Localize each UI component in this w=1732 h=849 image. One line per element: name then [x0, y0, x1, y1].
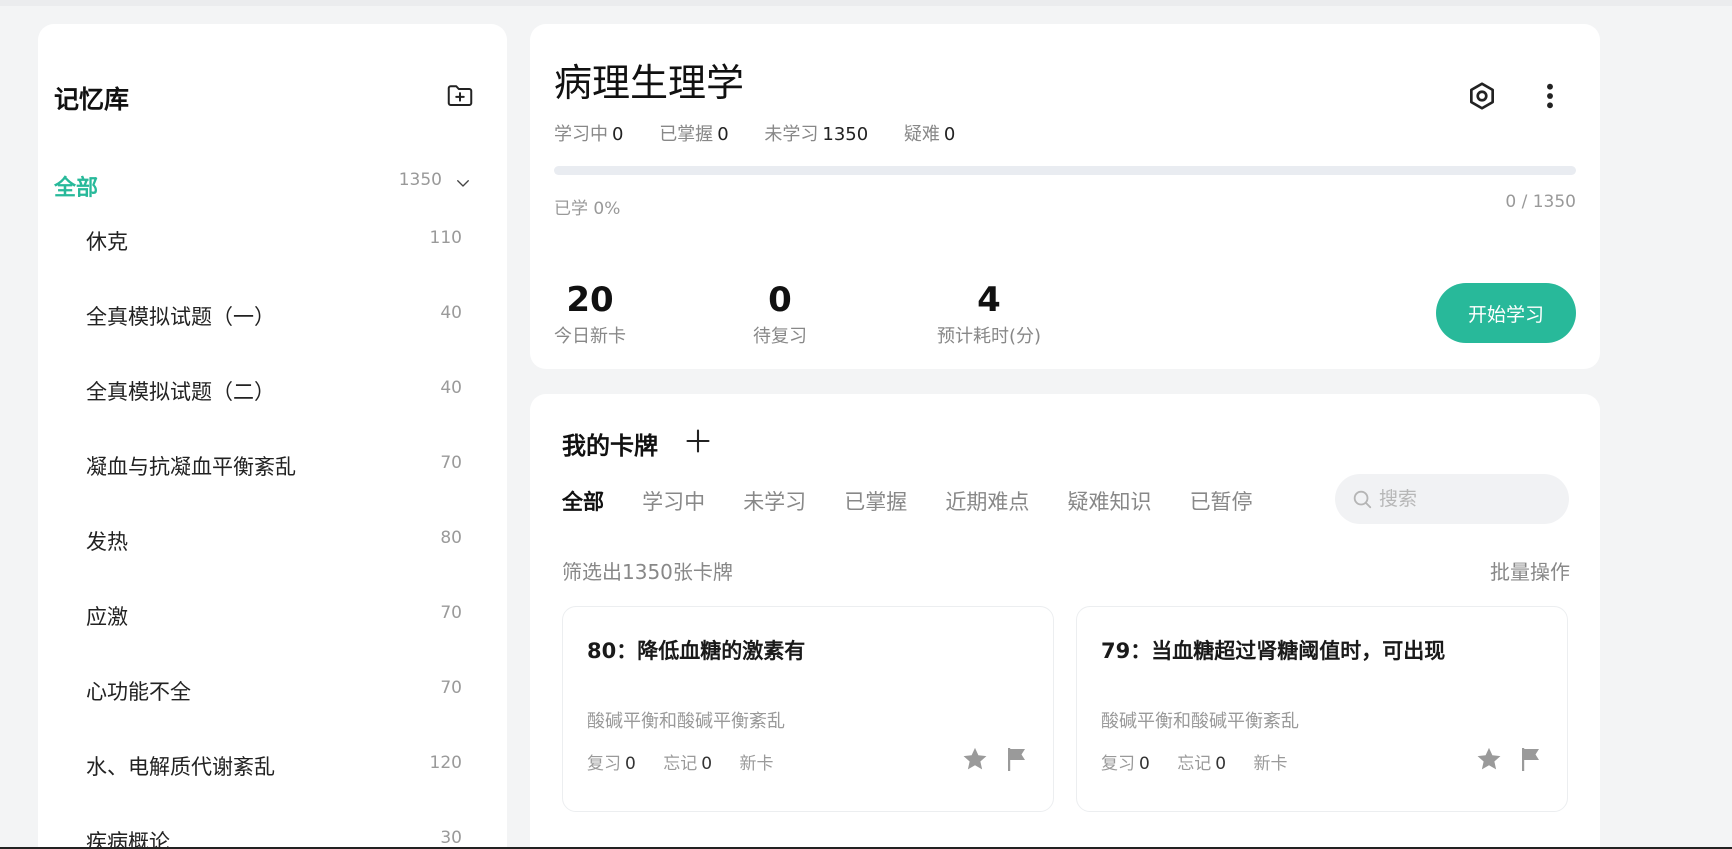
- top-bar: [0, 0, 1732, 6]
- my-cards-section: 我的卡牌 全部 学习中 未学习 已掌握 近期难点 疑难知识 已暂停 筛选出135…: [530, 394, 1600, 849]
- tab-all[interactable]: 全部: [562, 486, 604, 516]
- progress-bar: [554, 166, 1576, 175]
- sidebar-item[interactable]: 全真模拟试题（二） 40: [86, 372, 462, 408]
- metric-new-cards: 20 今日新卡: [554, 280, 626, 347]
- sidebar-item-label: 休克: [86, 230, 128, 254]
- sidebar-item[interactable]: 疾病概论 30: [86, 822, 462, 849]
- stat-mastered: 已掌握 0: [659, 124, 729, 145]
- sidebar-item[interactable]: 水、电解质代谢紊乱 120: [86, 747, 462, 783]
- star-icon[interactable]: [961, 745, 989, 773]
- sidebar-item-count: 70: [440, 678, 462, 698]
- sidebar-item-count: 40: [440, 378, 462, 398]
- tab-paused[interactable]: 已暂停: [1190, 486, 1253, 516]
- sidebar-item[interactable]: 凝血与抗凝血平衡紊乱 70: [86, 447, 462, 483]
- deck-header-card: 病理生理学 学习中 0 已掌握 0 未学习 1350 疑难 0 已学 0% 0 / 13…: [530, 24, 1600, 369]
- sidebar-item-label: 水、电解质代谢紊乱: [86, 755, 275, 779]
- folder-plus-icon[interactable]: [445, 80, 475, 110]
- sidebar-item-all[interactable]: 全部 1350: [54, 170, 474, 204]
- sidebar-title: 记忆库: [54, 85, 130, 114]
- card-title: 80：降低血糖的激素有: [587, 639, 806, 663]
- sidebar-item-label: 应激: [86, 605, 128, 629]
- sidebar-item[interactable]: 应激 70: [86, 597, 462, 633]
- sidebar-item-label: 凝血与抗凝血平衡紊乱: [86, 455, 296, 479]
- sidebar-item-count: 120: [429, 753, 462, 773]
- more-vertical-icon[interactable]: [1540, 80, 1560, 112]
- search-input[interactable]: [1379, 484, 1559, 514]
- plus-icon[interactable]: [684, 427, 712, 455]
- tab-learning[interactable]: 学习中: [642, 486, 705, 516]
- target-icon[interactable]: [1466, 80, 1498, 112]
- stat-difficult: 疑难 0: [903, 124, 956, 145]
- stat-unlearned: 未学习 1350: [764, 124, 869, 145]
- card-status: 新卡: [739, 754, 774, 774]
- sidebar-item-label: 全真模拟试题（一）: [86, 305, 275, 329]
- sidebar-item-count: 110: [429, 228, 462, 248]
- sidebar-item[interactable]: 心功能不全 70: [86, 672, 462, 708]
- chevron-down-icon[interactable]: [454, 174, 472, 192]
- deck-stats: 学习中 0 已掌握 0 未学习 1350 疑难 0: [554, 120, 985, 146]
- progress-percent: 已学 0%: [554, 199, 621, 219]
- flash-card[interactable]: 80：降低血糖的激素有 酸碱平衡和酸碱平衡紊乱 复习 0 忘记 0 新卡: [562, 606, 1054, 812]
- card-deck-name: 酸碱平衡和酸碱平衡紊乱: [587, 711, 785, 732]
- tab-unlearned[interactable]: 未学习: [743, 486, 806, 516]
- flash-card[interactable]: 79：当血糖超过肾糖阈值时，可出现 酸碱平衡和酸碱平衡紊乱 复习 0 忘记 0 新卡: [1076, 606, 1568, 812]
- sidebar-item-count: 30: [440, 828, 462, 848]
- metric-estimated-time: 4 预计耗时(分): [936, 280, 1042, 347]
- sidebar-item-count: 70: [440, 453, 462, 473]
- search-box[interactable]: [1335, 474, 1569, 524]
- sidebar-item-label: 心功能不全: [86, 680, 191, 704]
- card-stats: 复习 0 忘记 0 新卡: [587, 754, 774, 774]
- my-cards-title: 我的卡牌: [562, 432, 658, 460]
- sidebar-item[interactable]: 全真模拟试题（一） 40: [86, 297, 462, 333]
- tab-mastered[interactable]: 已掌握: [844, 486, 907, 516]
- card-title: 79：当血糖超过肾糖阈值时，可出现: [1101, 639, 1446, 663]
- sidebar: 记忆库 全部 1350 休克 110 全真模拟试题（一） 40 全真模拟试题（二…: [38, 24, 507, 849]
- sidebar-item-label: 发热: [86, 530, 128, 554]
- card-stats: 复习 0 忘记 0 新卡: [1101, 754, 1288, 774]
- card-deck-name: 酸碱平衡和酸碱平衡紊乱: [1101, 711, 1299, 732]
- flag-icon[interactable]: [1005, 745, 1029, 773]
- sidebar-all-label: 全部: [54, 176, 99, 201]
- sidebar-item-count: 80: [440, 528, 462, 548]
- start-learning-button[interactable]: 开始学习: [1436, 283, 1576, 343]
- deck-title: 病理生理学: [554, 61, 745, 105]
- search-icon: [1353, 490, 1372, 509]
- sidebar-item-label: 疾病概论: [86, 830, 170, 849]
- card-status: 新卡: [1253, 754, 1288, 774]
- sidebar-item-count: 40: [440, 303, 462, 323]
- flag-icon[interactable]: [1519, 745, 1543, 773]
- stat-learning: 学习中 0: [554, 124, 624, 145]
- sidebar-item-label: 全真模拟试题（二）: [86, 380, 275, 404]
- sidebar-item-count: 70: [440, 603, 462, 623]
- tab-recent-difficult[interactable]: 近期难点: [945, 486, 1029, 516]
- batch-operation-button[interactable]: 批量操作: [1490, 556, 1570, 585]
- card-filter-tabs: 全部 学习中 未学习 已掌握 近期难点 疑难知识 已暂停: [562, 486, 1286, 516]
- sidebar-item[interactable]: 发热 80: [86, 522, 462, 558]
- sidebar-item[interactable]: 休克 110: [86, 222, 462, 258]
- tab-difficult-knowledge[interactable]: 疑难知识: [1067, 486, 1151, 516]
- sidebar-all-count: 1350: [398, 170, 442, 190]
- filter-result-text: 筛选出1350张卡牌: [562, 560, 733, 584]
- star-icon[interactable]: [1475, 745, 1503, 773]
- metric-due-review: 0 待复习: [753, 280, 807, 347]
- progress-count: 0 / 1350: [1505, 192, 1576, 212]
